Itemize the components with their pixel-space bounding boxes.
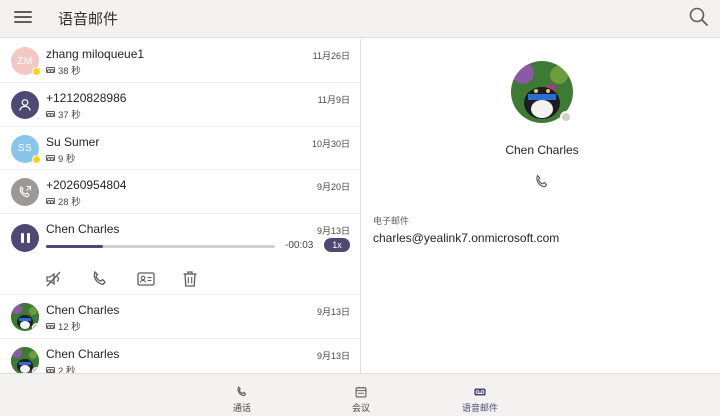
voicemail-duration: 28 秒 <box>46 194 81 208</box>
bottom-nav: 通话 会议 语音邮件 <box>0 373 720 416</box>
voicemail-mini-icon <box>46 154 55 161</box>
playback-progress-fill <box>46 245 104 249</box>
voicemail-item[interactable]: +12120828986 37 秒 11月9日 <box>0 83 360 127</box>
duration-text: 2 秒 <box>58 365 76 373</box>
caller-name: +12120828986 <box>46 90 127 105</box>
voicemail-duration: 37 秒 <box>46 107 81 121</box>
nav-voicemail-label: 语音邮件 <box>461 403 498 413</box>
presence-away-badge <box>32 67 41 76</box>
voicemail-mini-icon <box>46 110 55 117</box>
calendar-icon <box>355 386 367 398</box>
voicemail-item-playing[interactable]: Chen Charles 9月13日 -00:03 1x <box>0 214 360 296</box>
playback-speed-button[interactable]: 1x <box>324 238 350 253</box>
avatar: ZM <box>11 47 41 76</box>
email-address[interactable]: charles@yealink7.onmicrosoft.com <box>373 231 559 245</box>
nav-voicemail[interactable]: 语音邮件 <box>440 374 520 416</box>
presence-away-badge <box>32 154 41 164</box>
contact-name: Chen Charles <box>505 143 579 157</box>
caller-name: +20260954804 <box>46 178 127 193</box>
voicemail-duration: 9 秒 <box>46 151 75 165</box>
voicemail-mini-icon <box>46 198 55 205</box>
caller-name: Chen Charles <box>46 222 120 237</box>
voicemail-item[interactable]: ZM zhang miloqueue1 38 秒 11月26日 <box>0 39 360 83</box>
voicemail-date: 10月30日 <box>311 138 350 149</box>
voicemail-date: 9月20日 <box>316 182 350 193</box>
speaker-mute-icon[interactable] <box>44 269 64 289</box>
pause-button[interactable] <box>11 224 39 253</box>
presence-offline-badge <box>32 323 39 332</box>
presence-offline-badge <box>560 111 572 123</box>
voicemail-item[interactable]: Chen Charles 12 秒 9月13日 <box>0 295 360 339</box>
avatar-initials: ZM <box>17 55 33 67</box>
contact-detail-pane: Chen Charles 电子邮件 charles@yealink7.onmic… <box>362 39 720 373</box>
phone-forward-icon <box>19 186 32 198</box>
voicemail-duration: 2 秒 <box>46 363 75 373</box>
email-label: 电子邮件 <box>373 216 410 226</box>
nav-calls[interactable]: 通话 <box>202 374 282 416</box>
delete-icon[interactable] <box>180 269 200 289</box>
call-back-icon[interactable] <box>90 269 110 289</box>
call-icon[interactable] <box>533 173 551 191</box>
contact-card-icon[interactable] <box>136 269 156 289</box>
duration-text: 28 秒 <box>58 197 81 209</box>
voicemail-item[interactable]: +20260954804 28 秒 9月20日 <box>0 170 360 215</box>
voicemail-icon <box>474 388 486 396</box>
caller-name: Su Sumer <box>46 134 100 149</box>
duration-text: 37 秒 <box>58 109 81 121</box>
voicemail-date: 9月13日 <box>316 307 350 318</box>
voicemail-duration: 38 秒 <box>46 63 81 77</box>
voicemail-item[interactable]: Chen Charles 2 秒 9月13日 <box>0 339 360 373</box>
voicemail-date: 11月26日 <box>312 51 350 61</box>
caller-name: zhang miloqueue1 <box>46 47 145 61</box>
person-icon <box>19 98 31 111</box>
voicemail-duration: 12 秒 <box>46 319 81 333</box>
nav-meetings-label: 会议 <box>351 403 370 413</box>
pause-icon <box>20 233 24 244</box>
avatar: SS <box>11 134 41 164</box>
voicemail-date: 9月13日 <box>316 226 350 237</box>
duration-text: 12 秒 <box>58 322 81 334</box>
app-header: 语音邮件 <box>0 0 720 38</box>
avatar <box>11 178 39 207</box>
voicemail-date: 11月9日 <box>317 94 350 105</box>
page-title: 语音邮件 <box>58 11 119 28</box>
avatar <box>11 90 39 119</box>
time-remaining: -00:03 <box>285 240 314 252</box>
duration-text: 9 秒 <box>58 153 76 165</box>
phone-icon <box>237 386 247 397</box>
hamburger-menu-icon[interactable] <box>14 8 34 26</box>
avatar <box>11 303 39 332</box>
avatar-initials: SS <box>17 143 33 155</box>
caller-name: Chen Charles <box>46 303 120 318</box>
playback-progress-bar[interactable] <box>46 245 275 249</box>
nav-calls-label: 通话 <box>232 403 251 413</box>
voicemail-mini-icon <box>46 67 55 73</box>
caller-name: Chen Charles <box>46 346 120 361</box>
voicemail-date: 9月13日 <box>316 350 350 361</box>
avatar <box>11 346 39 373</box>
voicemail-mini-icon <box>46 323 55 330</box>
duration-text: 38 秒 <box>58 66 81 77</box>
voicemail-item[interactable]: SS Su Sumer 9 秒 10月30日 <box>0 127 360 171</box>
voicemail-list: ZM zhang miloqueue1 38 秒 11月26日 +1212082… <box>0 39 361 373</box>
nav-meetings[interactable]: 会议 <box>321 374 401 416</box>
search-icon[interactable] <box>688 6 710 28</box>
